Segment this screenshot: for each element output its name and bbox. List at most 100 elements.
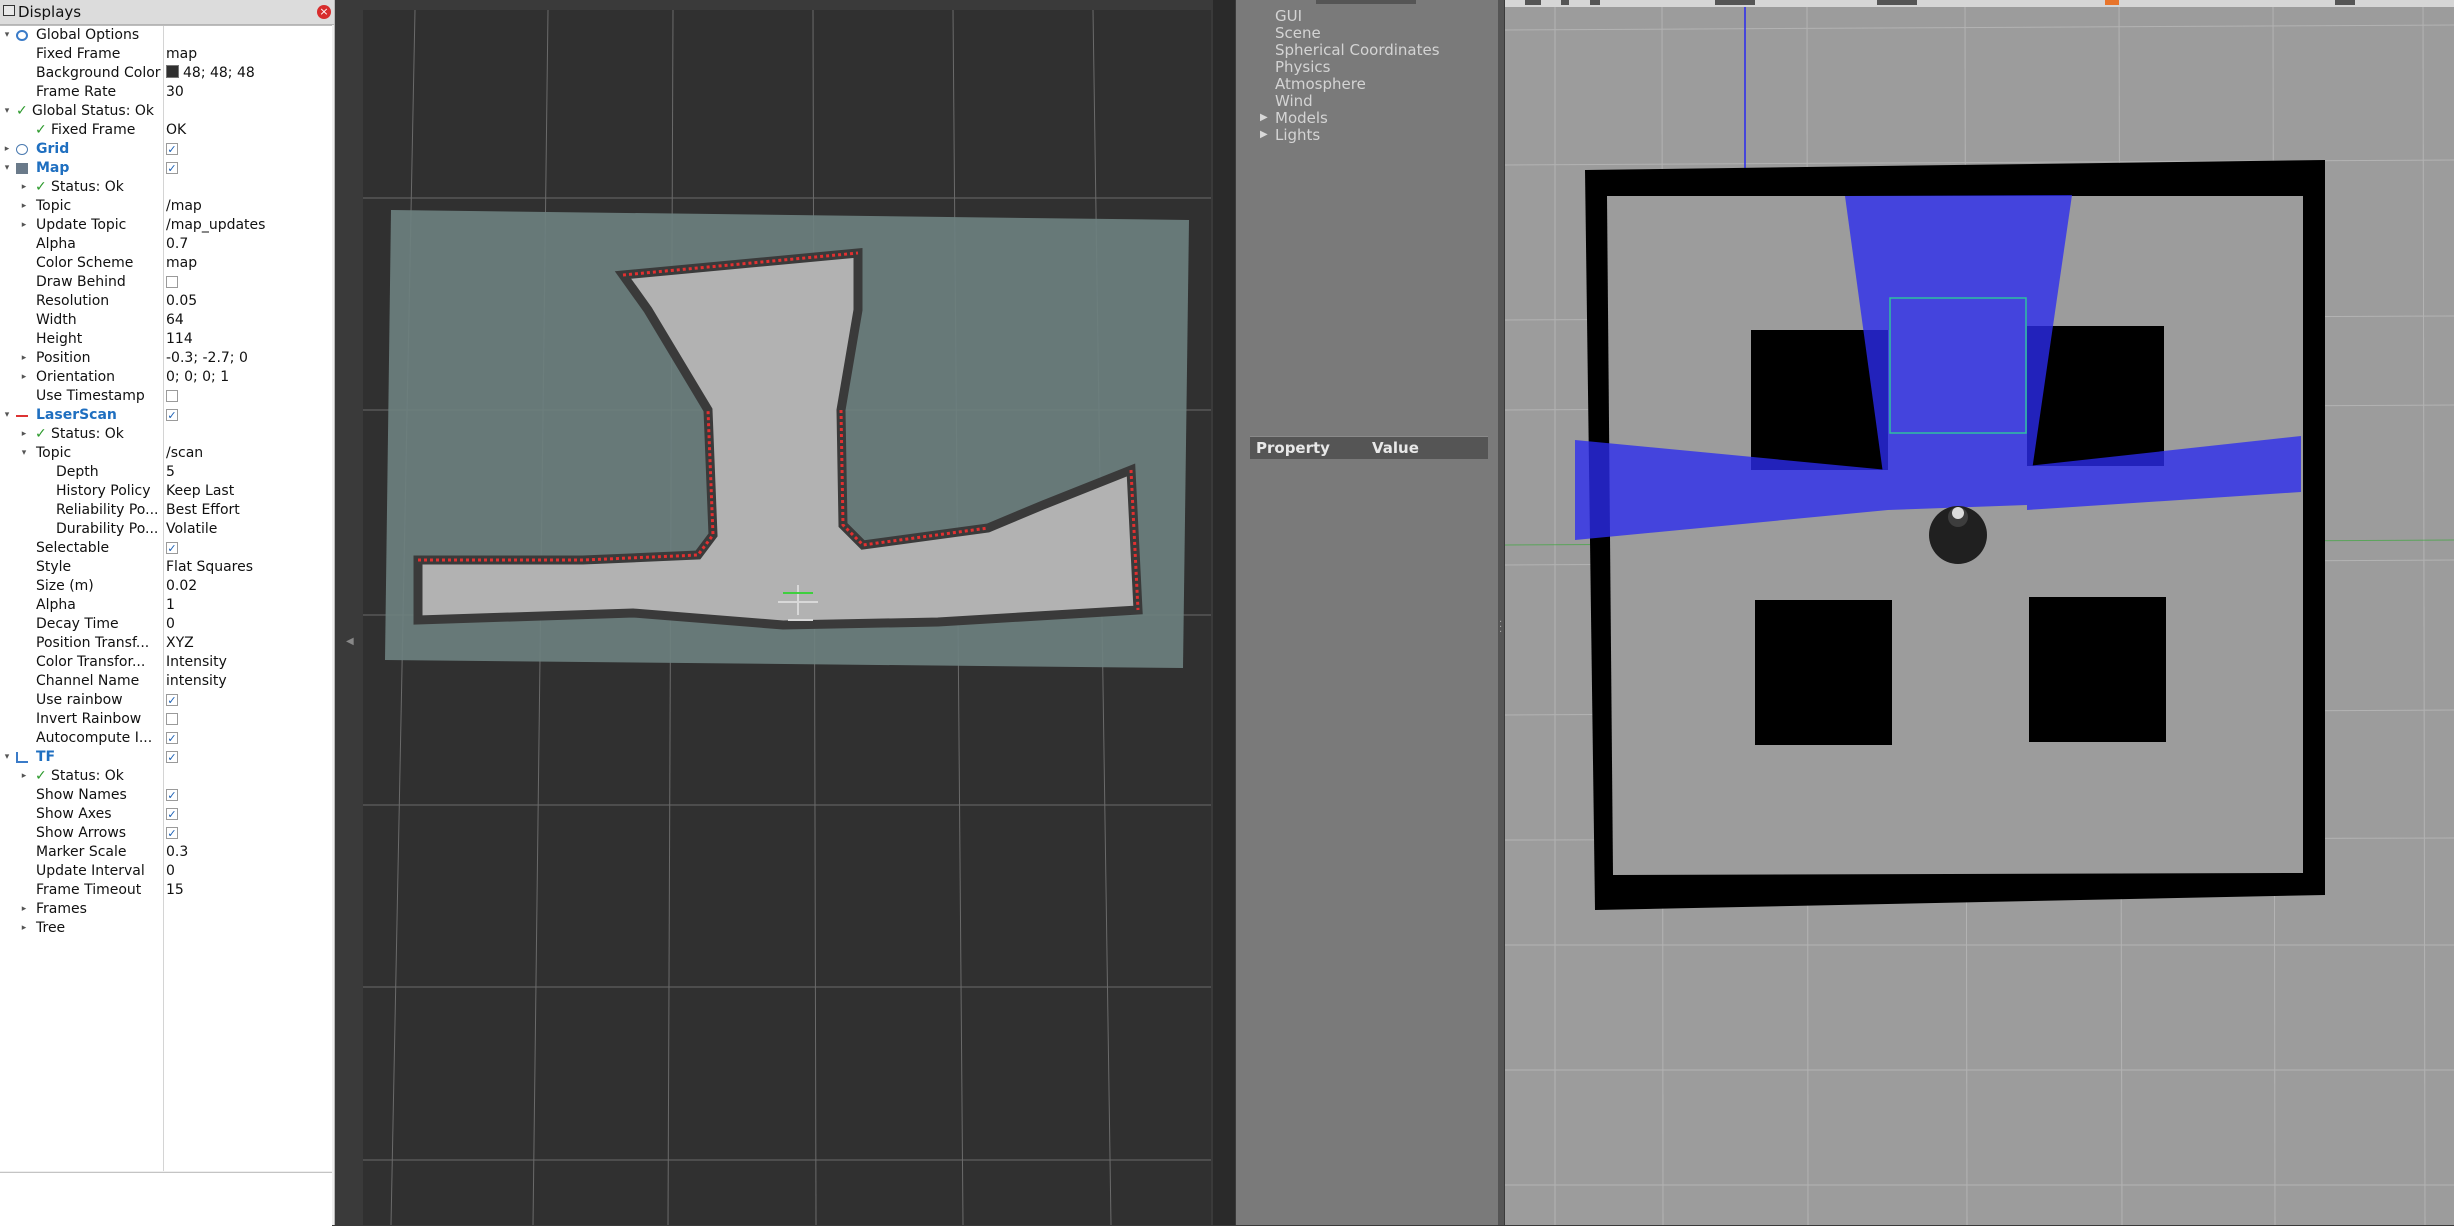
world-tree-item[interactable]: GUI <box>1275 8 1302 24</box>
display-value[interactable]: 1 <box>166 596 175 615</box>
display-row-color-transfor[interactable]: Color Transfor... Intensity <box>0 653 332 672</box>
collapse-left-icon[interactable]: ◀ <box>346 636 354 647</box>
display-row-channel-name[interactable]: Channel Name intensity <box>0 672 332 691</box>
display-row-global-status-ok[interactable]: ▾ ✓ Global Status: Ok <box>0 102 332 121</box>
display-row-map[interactable]: ▾ Map ✓ <box>0 159 332 178</box>
collapse-arrow-icon[interactable]: ▾ <box>2 26 12 45</box>
translate-tool-icon[interactable] <box>1561 0 1569 5</box>
expand-arrow-icon[interactable]: ▸ <box>19 178 29 197</box>
display-value[interactable]: 0.7 <box>166 235 188 254</box>
display-value[interactable]: 15 <box>166 881 184 900</box>
display-row-alpha[interactable]: Alpha 1 <box>0 596 332 615</box>
display-value[interactable]: Best Effort <box>166 501 240 520</box>
display-row-reliability-po[interactable]: Reliability Po... Best Effort <box>0 501 332 520</box>
display-row-frame-rate[interactable]: Frame Rate 30 <box>0 83 332 102</box>
display-row-status-ok[interactable]: ▸ ✓ Status: Ok <box>0 425 332 444</box>
enable-checkbox[interactable]: ✓ <box>166 732 178 745</box>
display-row-history-policy[interactable]: History Policy Keep Last <box>0 482 332 501</box>
display-value[interactable]: Intensity <box>166 653 227 672</box>
expand-arrow-icon[interactable]: ▸ <box>19 216 29 235</box>
display-value[interactable]: Volatile <box>166 520 217 539</box>
enable-checkbox[interactable]: ✓ <box>166 808 178 821</box>
display-row-color-scheme[interactable]: Color Scheme map <box>0 254 332 273</box>
display-row-tree[interactable]: ▸ Tree <box>0 919 332 938</box>
display-row-frame-timeout[interactable]: Frame Timeout 15 <box>0 881 332 900</box>
world-tree-item[interactable]: Models <box>1275 110 1328 126</box>
display-row-style[interactable]: Style Flat Squares <box>0 558 332 577</box>
enable-checkbox[interactable]: ✓ <box>166 694 178 707</box>
display-row-show-axes[interactable]: Show Axes ✓ <box>0 805 332 824</box>
display-value[interactable]: -0.3; -2.7; 0 <box>166 349 248 368</box>
enable-checkbox[interactable] <box>166 276 178 288</box>
expand-arrow-icon[interactable]: ▸ <box>19 767 29 786</box>
enable-checkbox[interactable]: ✓ <box>166 143 178 156</box>
display-row-tf[interactable]: ▾ TF ✓ <box>0 748 332 767</box>
display-row-fixed-frame[interactable]: Fixed Frame map <box>0 45 332 64</box>
display-row-selectable[interactable]: Selectable ✓ <box>0 539 332 558</box>
expand-arrow-icon[interactable]: ▸ <box>19 368 29 387</box>
display-value[interactable]: 0.05 <box>166 292 197 311</box>
displays-tree[interactable]: ▾ Global Options Fixed Frame map Background … <box>0 25 332 1171</box>
display-row-update-topic[interactable]: ▸ Update Topic/map_updates <box>0 216 332 235</box>
collapse-arrow-icon[interactable]: ▾ <box>2 406 12 425</box>
screenshot-tool-icon[interactable] <box>2335 0 2355 5</box>
display-value[interactable]: map <box>166 254 197 273</box>
world-tree-item[interactable]: Physics <box>1275 59 1330 75</box>
display-row-use-rainbow[interactable]: Use rainbow ✓ <box>0 691 332 710</box>
display-row-topic[interactable]: ▾ Topic/scan <box>0 444 332 463</box>
collapse-arrow-icon[interactable]: ▾ <box>2 748 12 767</box>
display-row-durability-po[interactable]: Durability Po... Volatile <box>0 520 332 539</box>
world-tree-item[interactable]: Lights <box>1275 127 1320 143</box>
expand-arrow-icon[interactable]: ▸ <box>19 425 29 444</box>
enable-checkbox[interactable]: ✓ <box>166 827 178 840</box>
select-tool-icon[interactable] <box>1525 0 1541 5</box>
display-row-laserscan[interactable]: ▾ LaserScan ✓ <box>0 406 332 425</box>
display-row-fixed-frame[interactable]: ✓ Fixed Frame OK <box>0 121 332 140</box>
display-value[interactable]: /scan <box>166 444 203 463</box>
display-value[interactable]: intensity <box>166 672 227 691</box>
display-value[interactable]: 114 <box>166 330 193 349</box>
enable-checkbox[interactable]: ✓ <box>166 409 178 422</box>
enable-checkbox[interactable]: ✓ <box>166 542 178 555</box>
display-row-position-transf[interactable]: Position Transf... XYZ <box>0 634 332 653</box>
display-row-status-ok[interactable]: ▸ ✓ Status: Ok <box>0 767 332 786</box>
display-row-invert-rainbow[interactable]: Invert Rainbow <box>0 710 332 729</box>
gazebo-3d-scene[interactable] <box>1505 0 2454 1225</box>
close-icon[interactable]: × <box>317 5 331 19</box>
expand-arrow-icon[interactable]: ▶ <box>1260 112 1268 123</box>
display-value[interactable]: 0.02 <box>166 577 197 596</box>
expand-arrow-icon[interactable]: ▸ <box>19 349 29 368</box>
record-tool-icon[interactable] <box>2105 0 2119 5</box>
display-row-show-arrows[interactable]: Show Arrows ✓ <box>0 824 332 843</box>
display-row-width[interactable]: Width 64 <box>0 311 332 330</box>
display-value[interactable]: 0.3 <box>166 843 188 862</box>
display-row-status-ok[interactable]: ▸ ✓ Status: Ok <box>0 178 332 197</box>
enable-checkbox[interactable] <box>166 390 178 402</box>
expand-arrow-icon[interactable]: ▸ <box>2 140 12 159</box>
enable-checkbox[interactable]: ✓ <box>166 751 178 764</box>
shapes-tool-icon[interactable] <box>1715 0 1755 5</box>
display-value[interactable]: XYZ <box>166 634 194 653</box>
enable-checkbox[interactable]: ✓ <box>166 789 178 802</box>
collapse-arrow-icon[interactable]: ▾ <box>2 159 12 178</box>
expand-arrow-icon[interactable]: ▸ <box>19 900 29 919</box>
display-row-depth[interactable]: Depth 5 <box>0 463 332 482</box>
display-row-alpha[interactable]: Alpha 0.7 <box>0 235 332 254</box>
display-row-background-color[interactable]: Background Color 48; 48; 48 <box>0 64 332 83</box>
gazebo-tab-strip[interactable] <box>1316 0 1416 4</box>
world-tree-item[interactable]: Scene <box>1275 25 1321 41</box>
display-row-topic[interactable]: ▸ Topic/map <box>0 197 332 216</box>
display-row-decay-time[interactable]: Decay Time 0 <box>0 615 332 634</box>
panel-splitter[interactable] <box>1498 0 1504 1225</box>
display-row-draw-behind[interactable]: Draw Behind <box>0 273 332 292</box>
display-value[interactable]: map <box>166 45 197 64</box>
collapse-arrow-icon[interactable]: ▾ <box>19 444 29 463</box>
display-row-size-m[interactable]: Size (m) 0.02 <box>0 577 332 596</box>
world-tree-item[interactable]: Atmosphere <box>1275 76 1366 92</box>
display-row-height[interactable]: Height 114 <box>0 330 332 349</box>
color-swatch[interactable] <box>166 65 179 78</box>
splitter-handle-icon[interactable]: · · · <box>1499 618 1503 640</box>
rotate-tool-icon[interactable] <box>1590 0 1600 5</box>
display-value[interactable]: 64 <box>166 311 184 330</box>
enable-checkbox[interactable] <box>166 713 178 725</box>
